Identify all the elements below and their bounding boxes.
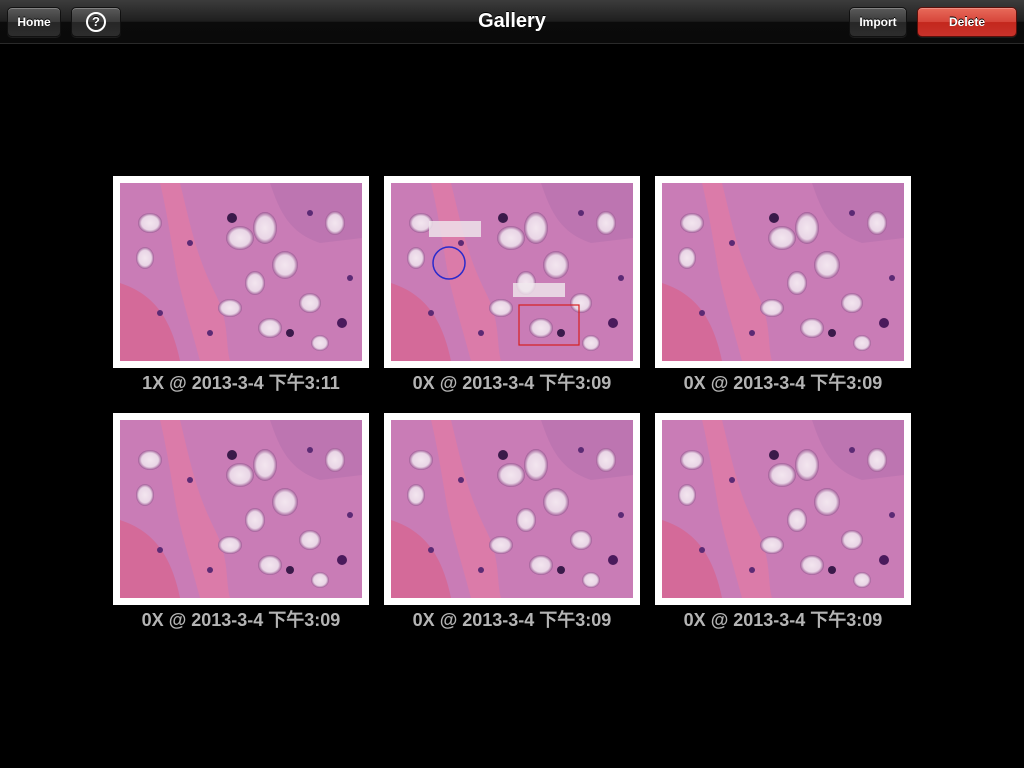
thumbnail-caption: 1X @ 2013-3-4 下午3:11	[142, 373, 340, 393]
annotation-label-box	[513, 283, 565, 297]
tissue-image	[391, 420, 633, 598]
gallery-thumbnail[interactable]	[113, 176, 369, 368]
help-button[interactable]: ?	[71, 7, 121, 37]
home-button[interactable]: Home	[7, 7, 61, 37]
thumbnail-caption: 0X @ 2013-3-4 下午3:09	[683, 373, 883, 393]
delete-button[interactable]: Delete	[917, 7, 1017, 37]
tissue-image	[391, 183, 633, 361]
tissue-image	[120, 420, 362, 598]
gallery-thumbnail[interactable]	[384, 413, 640, 605]
thumbnail-caption: 0X @ 2013-3-4 下午3:09	[683, 610, 883, 630]
gallery-thumbnail[interactable]	[655, 413, 911, 605]
gallery-thumbnail[interactable]	[655, 176, 911, 368]
import-button[interactable]: Import	[849, 7, 907, 37]
thumbnail-caption: 0X @ 2013-3-4 下午3:09	[412, 610, 612, 630]
gallery-thumbnail[interactable]	[384, 176, 640, 368]
navigation-bar: Gallery Home ? Import Delete	[0, 0, 1024, 44]
annotation-label-box	[429, 221, 481, 237]
tissue-image	[120, 183, 362, 361]
tissue-image	[662, 183, 904, 361]
gallery-thumbnail[interactable]	[113, 413, 369, 605]
thumbnail-caption: 0X @ 2013-3-4 下午3:09	[412, 373, 612, 393]
help-icon: ?	[86, 12, 106, 32]
thumbnail-caption: 0X @ 2013-3-4 下午3:09	[141, 610, 341, 630]
tissue-image	[662, 420, 904, 598]
